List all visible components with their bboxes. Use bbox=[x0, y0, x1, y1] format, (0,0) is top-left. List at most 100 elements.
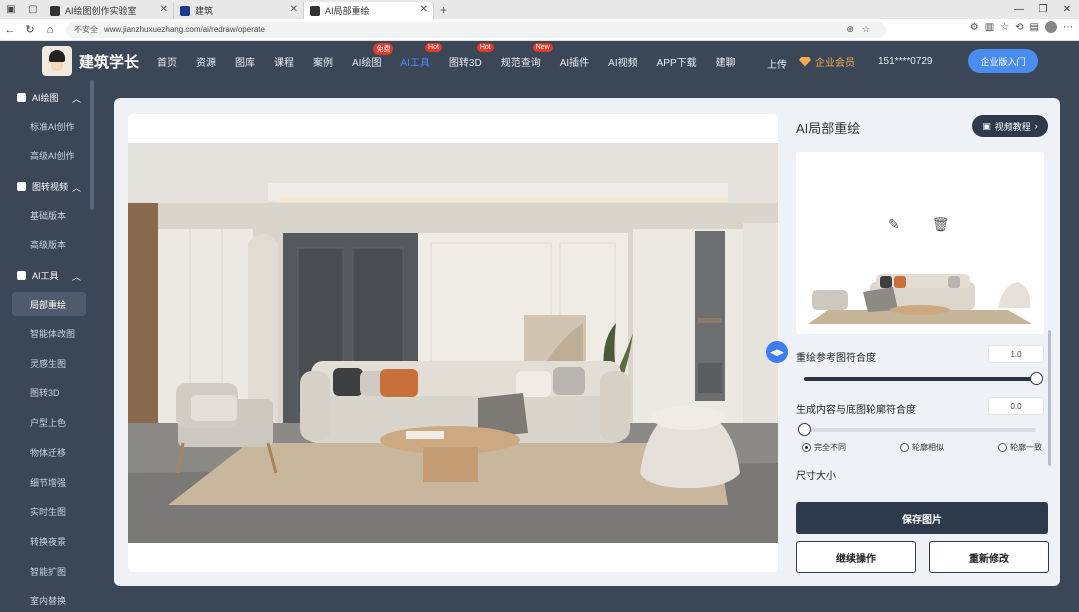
nav-ai-video[interactable]: AI视频 bbox=[608, 54, 637, 69]
sidebar-group-image-to-video[interactable]: 图转视频 ︿ bbox=[2, 171, 95, 201]
split-icon[interactable]: ▥ bbox=[985, 22, 994, 33]
close-window-icon[interactable]: ✕ bbox=[1055, 0, 1079, 19]
refresh-icon[interactable]: ↻ bbox=[20, 20, 40, 40]
chevron-up-icon: ︿ bbox=[71, 94, 81, 104]
vip-label: 企业会员 bbox=[815, 58, 855, 69]
outline-match-slider[interactable] bbox=[798, 423, 1036, 436]
sidebar-item-night-scene[interactable]: 转换夜景 bbox=[12, 529, 86, 553]
browser-menu-icon[interactable]: ▣ bbox=[0, 0, 22, 19]
sidebar: AI绘图 ︿ 标准AI创作 高级AI创作 图转视频 ︿ 基础版本 高级版本 AI… bbox=[2, 80, 95, 607]
browser-tab-3[interactable]: AI局部重绘 ✕ bbox=[304, 2, 434, 19]
tab-title: AI绘图创作实验室 bbox=[65, 6, 137, 16]
more-icon[interactable]: ⋯ bbox=[1063, 22, 1073, 33]
browser-tab-1[interactable]: AI绘图创作实验室 ✕ bbox=[44, 2, 174, 19]
nav-ai-tools[interactable]: AI工具 Hot bbox=[400, 42, 442, 69]
nav-cases[interactable]: 案例 bbox=[313, 54, 333, 69]
video-tutorial-button[interactable]: ▣ 视频教程 › bbox=[972, 115, 1048, 137]
sidebar-item-to-3d[interactable]: 图转3D bbox=[12, 380, 86, 404]
minimize-icon[interactable]: — bbox=[1007, 0, 1031, 19]
result-image[interactable] bbox=[128, 143, 778, 543]
reference-match-slider[interactable] bbox=[804, 372, 1043, 385]
vip-link[interactable]: 企业会员 bbox=[799, 54, 855, 69]
restore-icon[interactable]: ❐ bbox=[1031, 0, 1055, 19]
sidebar-item-inpaint[interactable]: 局部重绘 bbox=[12, 292, 86, 316]
sidebar-item-floorplan-color[interactable]: 户型上色 bbox=[12, 410, 86, 434]
nav-chat[interactable]: 建聊 bbox=[716, 54, 736, 69]
outline-match-input[interactable]: 0.0 bbox=[988, 397, 1044, 415]
sidebar-item-inspiration[interactable]: 灵感生图 bbox=[12, 351, 86, 375]
tab-close-icon[interactable]: ✕ bbox=[160, 4, 168, 15]
nav-courses[interactable]: 课程 bbox=[274, 54, 294, 69]
nav-resources[interactable]: 资源 bbox=[196, 54, 216, 69]
living-room-render bbox=[128, 143, 778, 543]
sidebar-item-basic-version[interactable]: 基础版本 bbox=[12, 203, 86, 227]
favorites-icon[interactable]: ☆ bbox=[1000, 22, 1009, 33]
sidebar-item-outpaint[interactable]: 智能扩图 bbox=[12, 559, 86, 583]
nav-code-search[interactable]: 规范查询 New bbox=[501, 42, 553, 69]
tab-close-icon[interactable]: ✕ bbox=[420, 4, 428, 15]
address-bar: ← ↻ ⌂ 不安全 www.jianzhuxuezhang.com/ai/red… bbox=[0, 19, 1079, 41]
chevron-up-icon: ︿ bbox=[71, 183, 81, 193]
save-image-button[interactable]: 保存图片 bbox=[796, 502, 1048, 534]
back-icon[interactable]: ← bbox=[0, 20, 20, 40]
edit-icon[interactable]: ✎ bbox=[888, 216, 900, 233]
nav-image-to-3d[interactable]: 图转3D Hot bbox=[449, 42, 494, 69]
upload-link[interactable]: 上传 bbox=[767, 56, 787, 71]
outline-match-label: 生成内容与底图轮廓符合度 bbox=[796, 405, 916, 416]
nav-app-download[interactable]: APP下载 bbox=[657, 54, 697, 69]
nav-label: AI工具 bbox=[400, 57, 430, 69]
nav-ai-plugins[interactable]: AI插件 bbox=[560, 54, 589, 69]
redo-button[interactable]: 重新修改 bbox=[929, 541, 1049, 573]
security-indicator[interactable]: 不安全 bbox=[74, 24, 98, 35]
compare-slider-handle[interactable]: ◀▶ bbox=[766, 341, 788, 363]
panel-title: AI局部重绘 bbox=[796, 121, 861, 136]
browser-tab-2[interactable]: 建筑 ✕ bbox=[174, 2, 304, 19]
radio-completely-different[interactable]: 完全不同 bbox=[802, 442, 846, 453]
sidebar-scrollbar[interactable] bbox=[90, 80, 94, 210]
slider-knob[interactable] bbox=[798, 423, 811, 436]
home-icon[interactable]: ⌂ bbox=[40, 20, 60, 40]
sidebar-item-interior-replace[interactable]: 室内替换 bbox=[12, 588, 86, 612]
brand-logo[interactable] bbox=[42, 46, 72, 76]
enterprise-button[interactable]: 企业版入门 bbox=[968, 49, 1038, 73]
collections-icon[interactable]: ▤ bbox=[1030, 22, 1039, 33]
browser-tabbar: ▣ ▢ AI绘图创作实验室 ✕ 建筑 ✕ AI局部重绘 ✕ + — ❐ ✕ bbox=[0, 0, 1079, 19]
radio-outline-similar[interactable]: 轮廓相似 bbox=[900, 442, 944, 453]
nav-home[interactable]: 首页 bbox=[157, 54, 177, 69]
radio-label: 轮廓一致 bbox=[1010, 443, 1042, 452]
image-canvas[interactable] bbox=[128, 114, 778, 572]
sidebar-item-advanced-ai[interactable]: 高级AI创作 bbox=[12, 143, 86, 167]
sidebar-group-ai-drawing[interactable]: AI绘图 ︿ bbox=[2, 82, 95, 112]
nav-badge: Hot bbox=[476, 42, 494, 52]
sidebar-item-agent-edit[interactable]: 智能体改图 bbox=[12, 321, 86, 345]
user-phone[interactable]: 151****0729 bbox=[878, 56, 933, 67]
nav-ai-drawing[interactable]: AI绘图 免费 bbox=[352, 42, 394, 69]
continue-button[interactable]: 继续操作 bbox=[796, 541, 916, 573]
profile-avatar[interactable] bbox=[1045, 21, 1057, 33]
sidebar-group-ai-tools[interactable]: AI工具 ︿ bbox=[2, 260, 95, 290]
brand-name[interactable]: 建筑学长 bbox=[79, 51, 139, 72]
tab-overview-icon[interactable]: ▢ bbox=[22, 0, 44, 19]
sidebar-item-detail-enhance[interactable]: 细节增强 bbox=[12, 470, 86, 494]
zoom-star-icons[interactable]: ⊕☆ bbox=[846, 24, 878, 35]
sidebar-item-object-transfer[interactable]: 物体迁移 bbox=[12, 440, 86, 464]
sidebar-item-advanced-version[interactable]: 高级版本 bbox=[12, 232, 86, 256]
new-tab-icon[interactable]: + bbox=[440, 3, 447, 17]
extensions-icon[interactable]: ⚙ bbox=[970, 22, 979, 33]
radio-outline-identical[interactable]: 轮廓一致 bbox=[998, 442, 1042, 453]
slider-knob[interactable] bbox=[1030, 372, 1043, 385]
nav-gallery[interactable]: 图库 bbox=[235, 54, 255, 69]
reference-match-input[interactable]: 1.0 bbox=[988, 345, 1044, 363]
trash-icon[interactable]: 🗑 bbox=[932, 216, 950, 233]
video-icon: ▣ bbox=[982, 120, 991, 131]
url-field[interactable]: 不安全 www.jianzhuxuezhang.com/ai/redraw/op… bbox=[66, 21, 886, 38]
sidebar-item-realtime[interactable]: 实时生图 bbox=[12, 499, 86, 523]
tab-favicon-icon bbox=[50, 5, 60, 16]
nav-badge: 免费 bbox=[373, 42, 394, 55]
reference-image-card[interactable]: ✎ 🗑 bbox=[796, 152, 1044, 334]
panel-scrollbar[interactable] bbox=[1048, 330, 1051, 466]
history-icon[interactable]: ⟲ bbox=[1015, 22, 1023, 33]
tab-favicon-icon bbox=[180, 5, 190, 16]
tab-close-icon[interactable]: ✕ bbox=[290, 4, 298, 15]
sidebar-item-standard-ai[interactable]: 标准AI创作 bbox=[12, 114, 86, 138]
